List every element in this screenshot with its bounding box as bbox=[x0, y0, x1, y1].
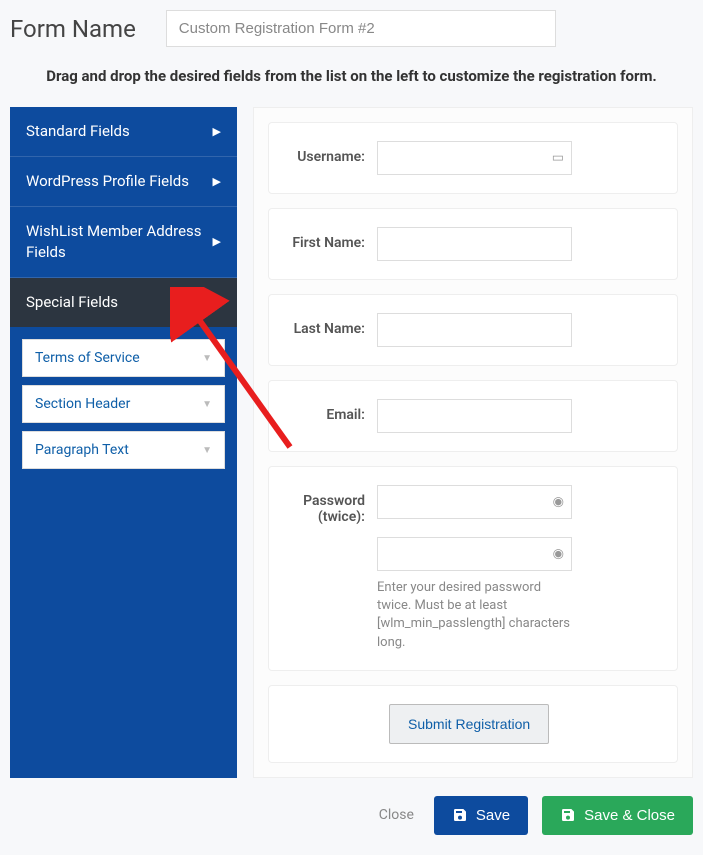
field-label: Username: bbox=[287, 141, 377, 165]
form-name-label: Form Name bbox=[10, 15, 136, 43]
save-icon bbox=[560, 807, 576, 823]
chevron-down-icon: ▼ bbox=[202, 399, 212, 410]
save-close-button[interactable]: Save & Close bbox=[542, 796, 693, 835]
form-canvas: Username: ▭ First Name: Last Name: Email… bbox=[253, 107, 693, 778]
field-label: Paragraph Text bbox=[35, 442, 129, 458]
submit-registration-button[interactable]: Submit Registration bbox=[389, 704, 549, 744]
field-terms-of-service[interactable]: Terms of Service ▼ bbox=[22, 339, 225, 377]
instruction-text: Drag and drop the desired fields from th… bbox=[10, 67, 693, 85]
form-row-firstname[interactable]: First Name: bbox=[268, 208, 678, 280]
field-paragraph-text[interactable]: Paragraph Text ▼ bbox=[22, 431, 225, 469]
field-section-header[interactable]: Section Header ▼ bbox=[22, 385, 225, 423]
key-icon: ◉ bbox=[553, 546, 564, 561]
save-button[interactable]: Save bbox=[434, 796, 528, 835]
field-label: Section Header bbox=[35, 396, 130, 412]
fields-sidebar: Standard Fields ▶ WordPress Profile Fiel… bbox=[10, 107, 237, 778]
sidebar-section-standard-fields[interactable]: Standard Fields ▶ bbox=[10, 107, 237, 157]
chevron-down-icon: ▼ bbox=[202, 353, 212, 364]
password-input[interactable] bbox=[377, 485, 572, 519]
key-icon: ◉ bbox=[553, 494, 564, 509]
field-label: Password (twice): bbox=[287, 485, 377, 525]
lastname-input[interactable] bbox=[377, 313, 572, 347]
save-icon bbox=[452, 807, 468, 823]
chevron-down-icon: ▼ bbox=[210, 295, 221, 310]
form-name-input[interactable] bbox=[166, 10, 556, 47]
footer-actions: Close Save Save & Close bbox=[10, 796, 693, 835]
form-row-submit: Submit Registration bbox=[268, 685, 678, 763]
chevron-down-icon: ▼ bbox=[202, 445, 212, 456]
save-close-label: Save & Close bbox=[584, 807, 675, 824]
email-input[interactable] bbox=[377, 399, 572, 433]
close-button[interactable]: Close bbox=[373, 797, 420, 833]
password-help-text: Enter your desired password twice. Must … bbox=[377, 579, 572, 652]
form-row-username[interactable]: Username: ▭ bbox=[268, 122, 678, 194]
save-label: Save bbox=[476, 807, 510, 824]
field-label: Email: bbox=[287, 399, 377, 423]
special-fields-list: Terms of Service ▼ Section Header ▼ Para… bbox=[10, 327, 237, 481]
chevron-right-icon: ▶ bbox=[213, 124, 221, 139]
field-label: First Name: bbox=[287, 227, 377, 251]
password-confirm-input[interactable] bbox=[377, 537, 572, 571]
firstname-input[interactable] bbox=[377, 227, 572, 261]
sidebar-section-wishlist-address[interactable]: WishList Member Address Fields ▶ bbox=[10, 207, 237, 278]
sidebar-section-label: Special Fields bbox=[26, 292, 118, 313]
sidebar-section-special-fields[interactable]: Special Fields ▼ bbox=[10, 278, 237, 327]
chevron-right-icon: ▶ bbox=[213, 234, 221, 249]
form-row-email[interactable]: Email: bbox=[268, 380, 678, 452]
form-row-lastname[interactable]: Last Name: bbox=[268, 294, 678, 366]
field-label: Terms of Service bbox=[35, 350, 140, 366]
contact-icon: ▭ bbox=[552, 150, 564, 165]
field-label: Last Name: bbox=[287, 313, 377, 337]
sidebar-section-label: WishList Member Address Fields bbox=[26, 221, 213, 263]
sidebar-section-wordpress-profile[interactable]: WordPress Profile Fields ▶ bbox=[10, 157, 237, 207]
sidebar-section-label: Standard Fields bbox=[26, 121, 130, 142]
form-row-password[interactable]: Password (twice): ◉ ◉ Enter your desired… bbox=[268, 466, 678, 671]
chevron-right-icon: ▶ bbox=[213, 174, 221, 189]
sidebar-section-label: WordPress Profile Fields bbox=[26, 171, 189, 192]
username-input[interactable] bbox=[377, 141, 572, 175]
